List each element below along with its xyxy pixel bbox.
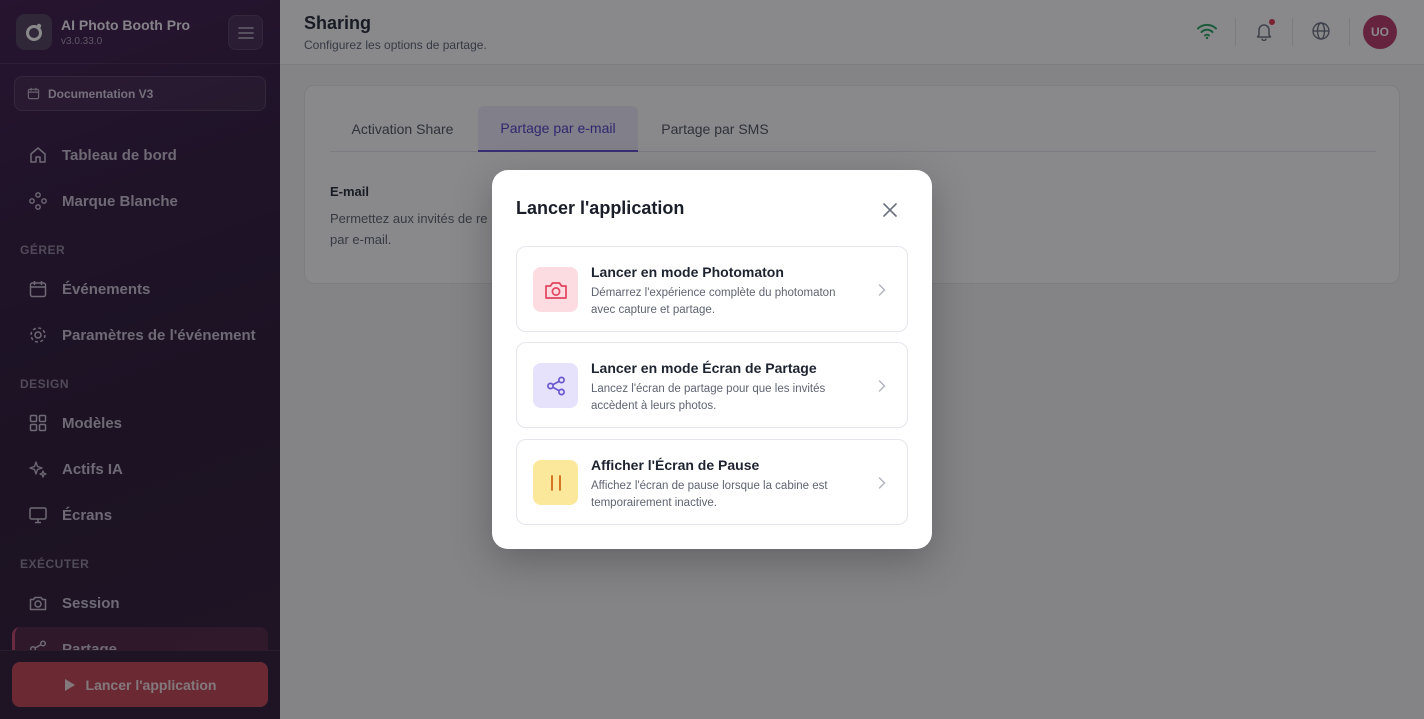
option-icon-container [533,460,578,505]
camera-icon [544,281,567,299]
launch-app-dialog: Lancer l'application Lancer en mode Phot… [492,170,932,549]
option-description: Lancez l'écran de partage pour que les i… [591,383,826,412]
close-dialog-button[interactable] [878,198,902,222]
dialog-title: Lancer l'application [516,198,685,218]
close-icon [883,203,897,217]
chevron-right-icon [875,376,889,396]
pause-icon [550,474,561,491]
option-description: Affichez l'écran de pause lorsque la cab… [591,480,828,509]
chevron-right-icon [875,280,889,300]
option-description: Démarrez l'expérience complète du photom… [591,287,836,316]
option-pause-screen[interactable]: Afficher l'Écran de Pause Affichez l'écr… [516,439,908,525]
option-icon-container [533,267,578,312]
option-title: Afficher l'Écran de Pause [591,457,760,473]
option-photobooth-mode[interactable]: Lancer en mode Photomaton Démarrez l'exp… [516,246,908,332]
share-icon [546,376,565,395]
option-sharing-screen-mode[interactable]: Lancer en mode Écran de Partage Lancez l… [516,342,908,428]
option-title: Lancer en mode Photomaton [591,264,784,280]
option-title: Lancer en mode Écran de Partage [591,360,817,376]
chevron-right-icon [875,473,889,493]
option-icon-container [533,363,578,408]
